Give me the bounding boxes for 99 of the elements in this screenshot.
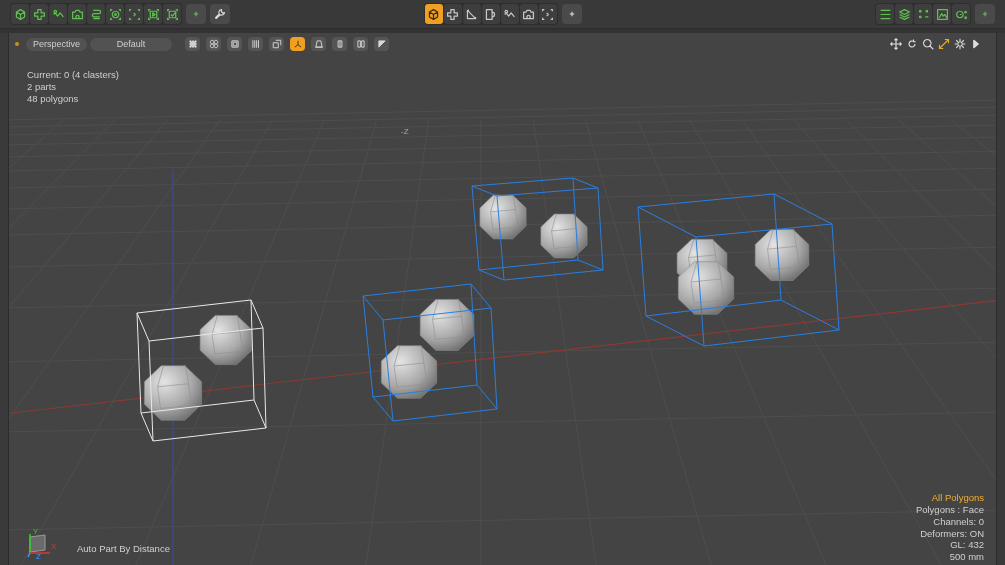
status-text: Polygons : Face [915, 504, 984, 516]
gear-button[interactable] [954, 38, 966, 50]
image-icon [935, 7, 949, 21]
tool-button[interactable] [68, 4, 86, 24]
polyhedron-shape [381, 344, 437, 399]
base-icon [313, 39, 324, 49]
tool-button[interactable] [49, 4, 67, 24]
move-icon [890, 38, 902, 50]
tool-button[interactable] [952, 4, 970, 24]
move-button[interactable] [890, 38, 902, 50]
status-text: GL: 432 [950, 539, 984, 552]
spline-icon [89, 7, 103, 21]
polyhedron-shape [678, 260, 734, 315]
add-button[interactable] [975, 4, 995, 24]
info-text: 2 parts [27, 81, 58, 93]
camera-icon [70, 7, 84, 21]
info-text: 48 polygons [27, 93, 80, 105]
polyhedron-shape [479, 194, 527, 240]
polyhedron-shape [754, 228, 810, 281]
tool-button[interactable] [500, 4, 519, 24]
tool-button[interactable] [163, 4, 181, 24]
axis-label: -Z [401, 127, 409, 136]
display-menu[interactable]: Default [90, 37, 173, 51]
camera-menu[interactable]: Perspective [26, 37, 88, 51]
tool-button[interactable] [424, 4, 443, 24]
tool-button[interactable] [125, 4, 143, 24]
bracket-icon [127, 7, 141, 21]
tool-button[interactable] [144, 4, 162, 24]
dots-icon [916, 7, 930, 21]
view-button[interactable] [353, 37, 369, 51]
tool-button[interactable] [443, 4, 462, 24]
cube-icon [13, 7, 27, 21]
lines-icon [878, 7, 892, 21]
tool-button[interactable] [876, 4, 894, 24]
expand-button[interactable] [938, 38, 950, 50]
view-button[interactable] [227, 37, 243, 51]
play-icon [970, 38, 982, 50]
info-text: Current: 0 (4 clasters) [27, 69, 119, 81]
expand-icon [938, 38, 950, 50]
gear-icon [954, 38, 966, 50]
layers-icon [897, 7, 911, 21]
add-button[interactable] [561, 4, 582, 24]
status-dot [15, 42, 19, 46]
view-button[interactable] [311, 37, 327, 51]
page-icon [484, 7, 497, 21]
tool-name: Auto Part By Distance [77, 543, 170, 554]
playframe-icon [146, 7, 160, 21]
tripod-icon [292, 39, 303, 49]
x-axis-label: X [51, 543, 57, 551]
view-button[interactable] [290, 37, 306, 51]
cylinder-icon [334, 39, 345, 49]
triangle-icon [465, 7, 478, 21]
cube-icon [427, 7, 440, 21]
bracket-icon [541, 7, 554, 21]
status-text: 500 mm [949, 551, 984, 563]
checkframe-icon [165, 7, 179, 21]
camera-icon [522, 7, 535, 21]
tool-button[interactable] [30, 4, 48, 24]
wrench-icon [214, 8, 226, 20]
stripes-icon [250, 39, 261, 49]
search-icon [922, 38, 934, 50]
tool-button[interactable] [933, 4, 951, 24]
polyhedron-shape [199, 314, 253, 365]
view-button[interactable] [248, 37, 264, 51]
polyhedron-shape [540, 213, 588, 259]
y-axis-label: Y [33, 528, 39, 536]
view-button[interactable] [332, 37, 348, 51]
view-button[interactable] [185, 37, 201, 51]
status-text: Channels: 0 [933, 515, 984, 528]
view-button[interactable] [374, 37, 390, 51]
target-icon [108, 7, 122, 21]
z-axis-label: Z [36, 553, 41, 561]
halfsquare-icon [376, 39, 387, 49]
settings-button[interactable] [210, 4, 230, 24]
tool-button[interactable] [895, 4, 913, 24]
cross-icon [446, 7, 459, 21]
status-text: Deformers: ON [920, 527, 984, 540]
tool-button[interactable] [106, 4, 124, 24]
view-button[interactable] [206, 37, 222, 51]
polyhedron-shape [419, 298, 475, 351]
tool-button[interactable] [914, 4, 932, 24]
polyhedron-shape [144, 364, 202, 421]
doublecyl-icon [355, 39, 366, 49]
more-button[interactable] [970, 38, 982, 50]
tool-button[interactable] [11, 4, 29, 24]
checker-icon [187, 39, 198, 49]
rotate-icon [906, 38, 918, 50]
view-button[interactable] [269, 37, 285, 51]
tool-button[interactable] [462, 4, 481, 24]
status-text: All Polygons [931, 492, 984, 504]
tool-button[interactable] [538, 4, 557, 24]
overlap-icon [271, 39, 282, 49]
tool-button[interactable] [481, 4, 500, 24]
grid4-icon [208, 39, 219, 49]
cross-icon [32, 7, 46, 21]
tool-button[interactable] [519, 4, 538, 24]
search-button[interactable] [922, 38, 934, 50]
tool-button[interactable] [87, 4, 105, 24]
rotate-button[interactable] [906, 38, 918, 50]
